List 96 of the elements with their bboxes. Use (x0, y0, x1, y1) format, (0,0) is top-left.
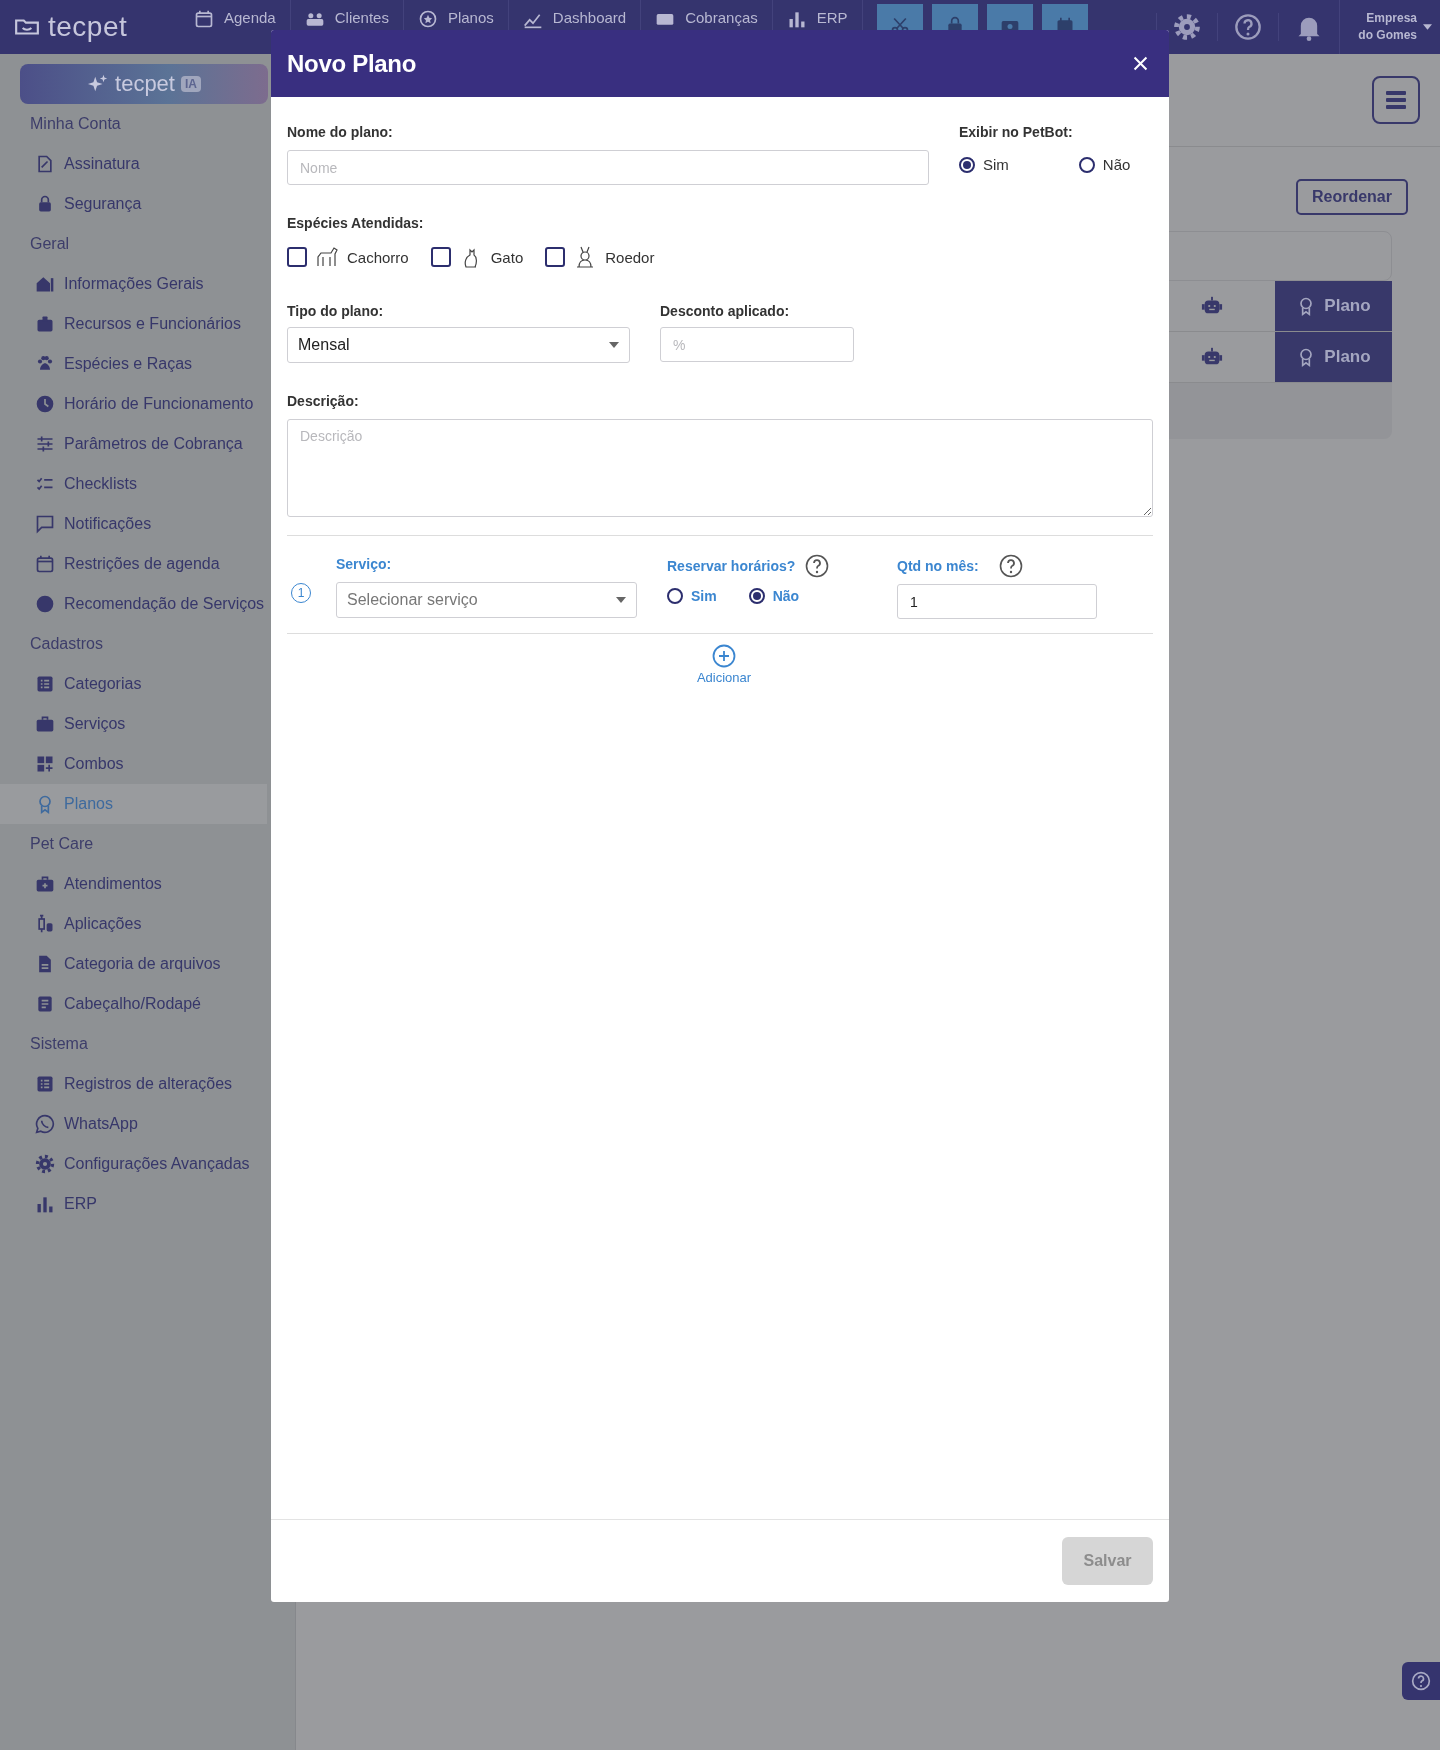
checkbox-label[interactable]: Cachorro (347, 248, 409, 266)
description-field[interactable]: Descrição (287, 419, 1153, 517)
close-icon[interactable] (1132, 55, 1149, 72)
radio-button[interactable] (748, 588, 765, 604)
sliders-icon (35, 434, 55, 454)
dog-icon (315, 245, 339, 269)
field-label: Espécies Atendidas: (287, 215, 425, 231)
sidebar-item[interactable]: Assinatura (0, 144, 267, 184)
radio-button[interactable] (1078, 156, 1095, 173)
caret-icon (609, 342, 619, 348)
sidebar-section-title: Sistema (29, 1034, 89, 1054)
sidebar-item[interactable]: Segurança (0, 184, 267, 224)
add-button[interactable]: Adicionar (696, 644, 752, 685)
chat-icon (35, 514, 55, 534)
medical-kit-icon (35, 874, 55, 894)
calendar-icon (194, 9, 214, 29)
sidebar-item[interactable]: ERP (0, 1184, 267, 1224)
plus-icon (712, 644, 736, 668)
reorder-button[interactable]: Reordenar (1295, 179, 1408, 215)
sidebar-item[interactable]: Aplicações (0, 904, 267, 944)
radio-button[interactable] (667, 588, 683, 604)
quantity-field[interactable]: 1 (897, 584, 1097, 619)
radio-button[interactable] (959, 156, 975, 173)
sidebar-section-title: Pet Care (29, 834, 95, 854)
star-circle-icon (417, 9, 438, 29)
plan-button[interactable]: Plano (1275, 332, 1392, 382)
list-icon (35, 674, 55, 694)
sidebar-section-title: Geral (29, 234, 71, 254)
sidebar-item[interactable]: Atendimentos (0, 864, 267, 904)
syringe-icon (35, 914, 55, 934)
sidebar-item[interactable]: Configurações Avançadas (0, 1144, 267, 1184)
phone-chat-icon (35, 1114, 55, 1134)
checkbox[interactable] (430, 247, 451, 267)
checkbox[interactable] (545, 247, 566, 267)
radio-option[interactable]: Sim (667, 588, 717, 604)
plan-type-select[interactable]: Mensal (287, 327, 630, 363)
service-select[interactable]: Selecionar serviço (336, 581, 637, 618)
radio-option[interactable]: Não (1078, 156, 1131, 173)
sidebar-item[interactable]: Categoria de arquivos (0, 944, 267, 984)
logo-text[interactable]: tecpet (48, 11, 128, 43)
field-label: Desconto aplicado: (660, 303, 791, 319)
sidebar-item[interactable]: Cabeçalho/Rodapé (0, 984, 267, 1024)
radio-option[interactable]: Não (748, 588, 800, 604)
house-icon (35, 274, 55, 294)
checkbox-label[interactable]: Roedor (605, 248, 655, 266)
checkbox[interactable] (287, 247, 307, 267)
bar-chart-icon (35, 1194, 55, 1214)
field-label: Reservar horários? (667, 558, 796, 574)
field-label: Serviço: (336, 555, 393, 572)
account-menu[interactable]: Empresa do Gomes (1339, 0, 1440, 54)
sidebar-item[interactable]: Checklists (0, 464, 267, 504)
field-label: Qtd no mês: (897, 558, 979, 574)
name-field[interactable]: Nome (287, 150, 929, 185)
briefcase-icon (35, 714, 55, 734)
grid-icon (35, 754, 55, 774)
discount-field[interactable]: % (660, 327, 854, 362)
sidebar-item[interactable]: Registros de alterações (0, 1064, 267, 1104)
circle-icon (35, 594, 55, 614)
sidebar-item[interactable]: WhatsApp (0, 1104, 267, 1144)
help-icon (1411, 1671, 1431, 1691)
radio-option[interactable]: Sim (959, 156, 1009, 173)
menu-button[interactable] (1372, 76, 1420, 124)
help-icon[interactable] (805, 554, 830, 578)
sidebar-item[interactable]: Parâmetros de Cobrança (0, 424, 267, 464)
sidebar-item[interactable]: Espécies e Raças (0, 344, 267, 384)
field-label: Nome do plano: (287, 124, 394, 140)
checkbox-label[interactable]: Gato (490, 248, 524, 266)
help-icon[interactable] (998, 554, 1023, 578)
sidebar-item[interactable]: Planos (0, 784, 267, 824)
sidebar-item[interactable]: Recursos e Funcionários (0, 304, 267, 344)
plan-button[interactable]: Plano (1275, 281, 1392, 331)
menu-icon (1386, 91, 1406, 109)
calendar-icon (35, 554, 55, 574)
list-icon (35, 1074, 55, 1094)
id-badge-icon (35, 314, 55, 334)
sidebar-item[interactable]: Categorias (0, 664, 267, 704)
caret-icon (1423, 24, 1432, 30)
document-icon (35, 154, 55, 174)
gear-icon (35, 1154, 55, 1174)
caret-icon (616, 596, 626, 603)
field-label: Descrição: (287, 393, 360, 409)
sidebar-item[interactable]: Horário de Funcionamento (0, 384, 267, 424)
help-button[interactable] (1402, 1662, 1440, 1700)
sidebar-section-title: Cadastros (29, 634, 104, 654)
sidebar-item[interactable]: Recomendação de Serviços (0, 584, 267, 624)
sidebar-item[interactable]: Restrições de agenda (0, 544, 267, 584)
sidebar-section-title: Minha Conta (29, 114, 122, 134)
sidebar-item[interactable]: Serviços (0, 704, 267, 744)
clock-icon (35, 394, 55, 414)
field-label: Exibir no PetBot: (959, 124, 1074, 140)
document-lines-icon (35, 994, 55, 1014)
ai-assistant-button[interactable]: tecpet IA (20, 64, 268, 104)
sidebar-item[interactable]: Notificações (0, 504, 267, 544)
sidebar-item[interactable]: Combos (0, 744, 267, 784)
sidebar-item[interactable]: Informações Gerais (0, 264, 267, 304)
field-label: Tipo do plano: (287, 303, 385, 319)
